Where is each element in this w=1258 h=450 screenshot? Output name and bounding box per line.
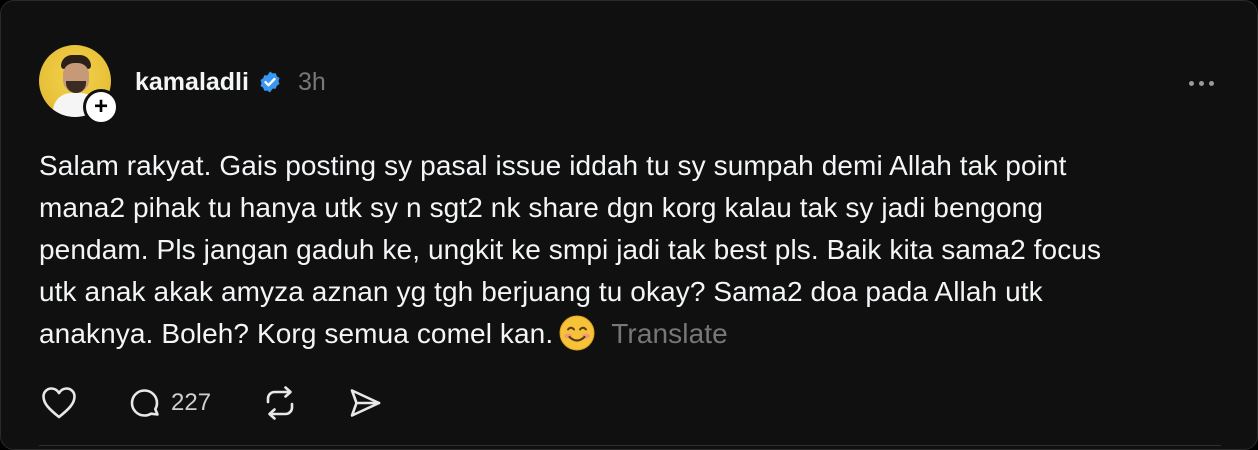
avatar-container: + bbox=[39, 45, 119, 125]
post-text-line: anaknya. Boleh? Korg semua comel kan. bbox=[39, 318, 554, 349]
send-icon bbox=[347, 385, 383, 421]
action-bar: 227 bbox=[41, 383, 383, 423]
share-button[interactable] bbox=[347, 385, 383, 421]
comment-icon bbox=[127, 385, 163, 421]
like-button[interactable] bbox=[41, 386, 81, 420]
post-last-line-wrap: anaknya. Boleh? Korg semua comel kan. Tr… bbox=[39, 313, 1219, 355]
reply-count: 227 bbox=[171, 389, 212, 416]
thread-post: + kamaladli 3h Salam rakyat. Gais postin… bbox=[0, 0, 1258, 450]
verified-badge-icon bbox=[258, 70, 282, 94]
translate-link[interactable]: Translate bbox=[611, 318, 728, 349]
post-timestamp[interactable]: 3h bbox=[298, 68, 326, 97]
username-link[interactable]: kamaladli bbox=[135, 68, 249, 97]
repost-button[interactable] bbox=[261, 385, 299, 421]
heart-icon bbox=[41, 386, 77, 420]
reply-button[interactable]: 227 bbox=[127, 385, 211, 421]
post-text-line: mana2 pihak tu hanya utk sy n sgt2 nk sh… bbox=[39, 192, 1043, 223]
smiling-face-icon bbox=[559, 315, 595, 351]
post-body: Salam rakyat. Gais posting sy pasal issu… bbox=[39, 145, 1219, 355]
post-text-line: utk anak akak amyza aznan yg tgh berjuan… bbox=[39, 276, 1043, 307]
divider bbox=[39, 445, 1221, 446]
repost-icon bbox=[261, 385, 299, 421]
post-header: kamaladli 3h bbox=[135, 65, 326, 99]
more-options-icon[interactable] bbox=[1181, 71, 1221, 95]
follow-plus-button[interactable]: + bbox=[83, 89, 119, 125]
post-text-line: pendam. Pls jangan gaduh ke, ungkit ke s… bbox=[39, 234, 1102, 265]
post-text-line: Salam rakyat. Gais posting sy pasal issu… bbox=[39, 150, 1067, 181]
